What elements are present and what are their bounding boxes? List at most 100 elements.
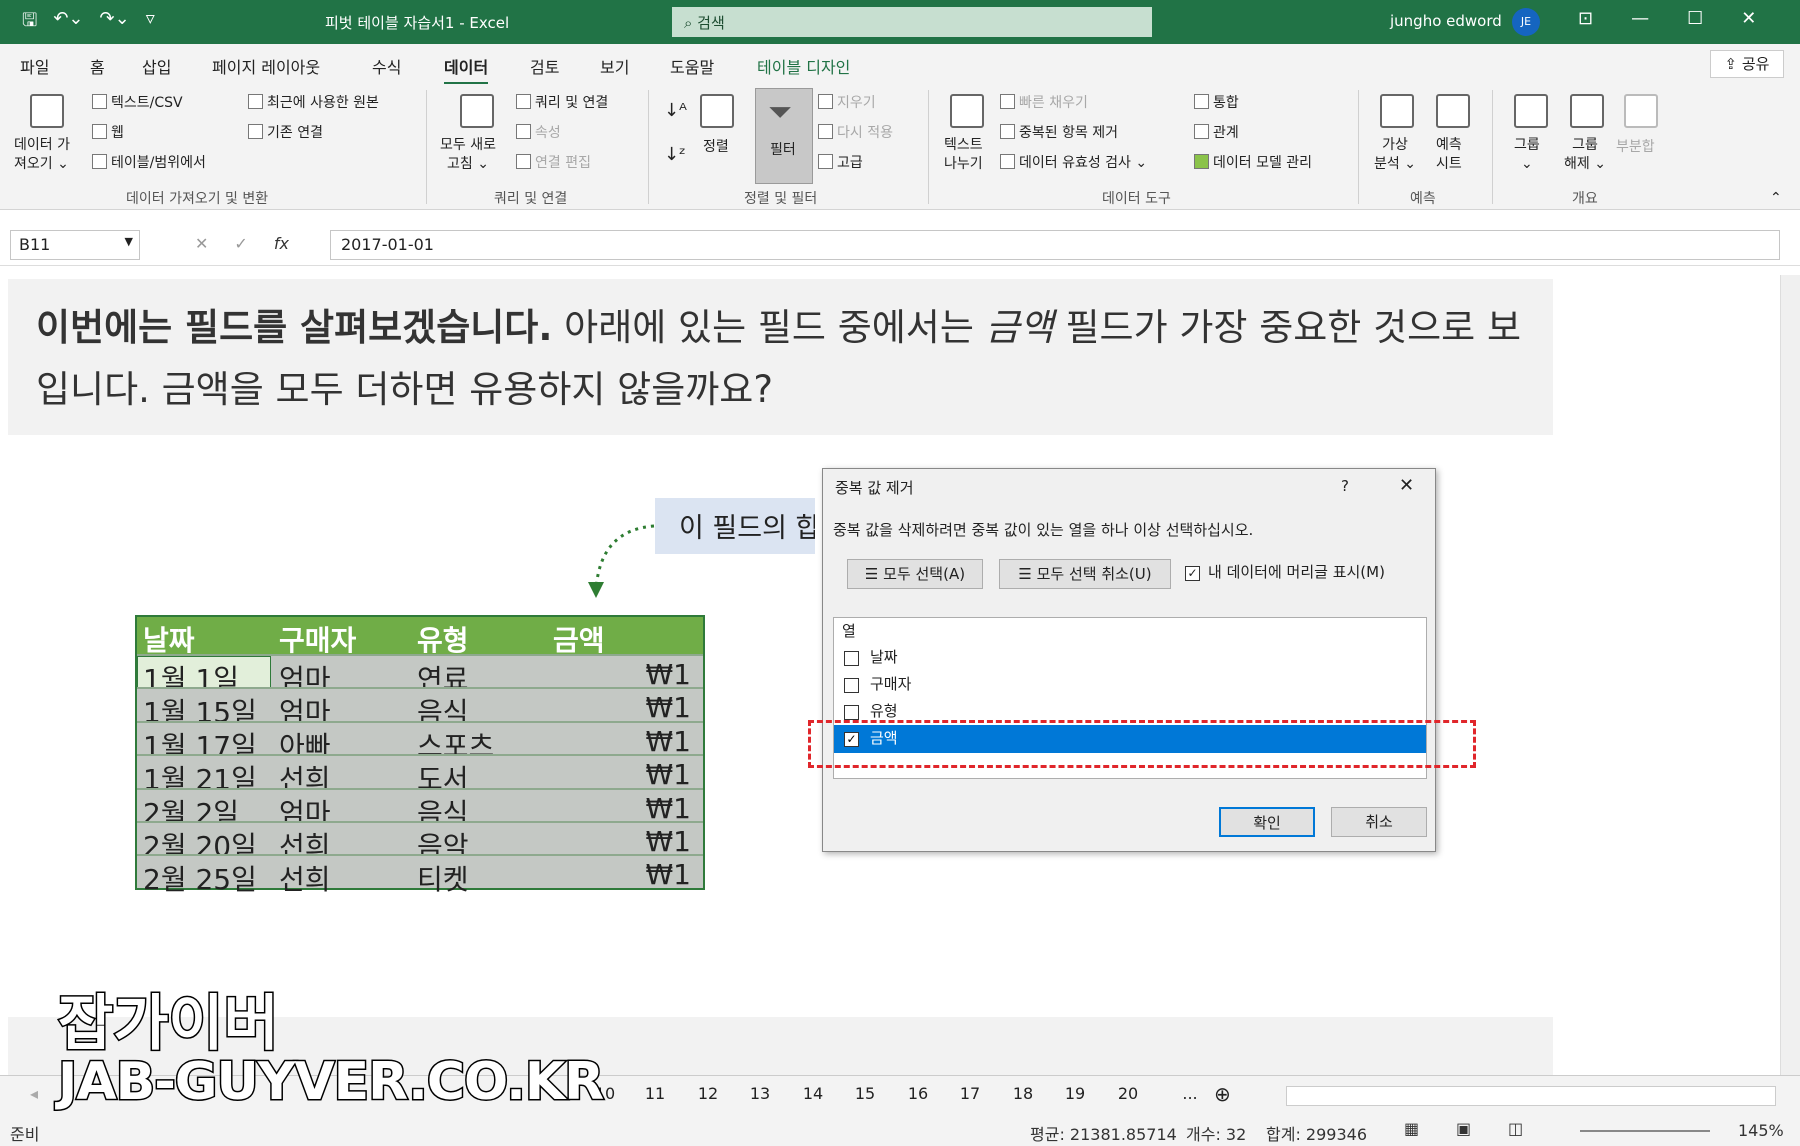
minimize-icon[interactable]: —	[1631, 8, 1649, 29]
tab-insert[interactable]: 삽입	[142, 54, 171, 78]
tab-page-layout[interactable]: 페이지 레이아웃	[212, 54, 320, 78]
tab-table-design[interactable]: 테이블 디자인	[757, 54, 850, 78]
web-button[interactable]: 웹	[92, 122, 124, 142]
user-name[interactable]: jungho edword	[1390, 12, 1502, 30]
avatar[interactable]: JE	[1512, 8, 1540, 36]
queries-connections-button[interactable]: 쿼리 및 연결	[516, 92, 608, 112]
recent-sources-button[interactable]: 최근에 사용한 원본	[248, 92, 379, 112]
refresh-all-button[interactable]: 모두 새로 고침 ⌄	[440, 136, 496, 174]
relationships-button[interactable]: 관계	[1194, 122, 1239, 142]
select-all-button[interactable]: ☰ 모두 선택(A)	[847, 559, 983, 589]
tab-review[interactable]: 검토	[530, 54, 559, 78]
column-item-date[interactable]: 날짜	[834, 644, 1426, 672]
header-amount[interactable]: 금액	[553, 619, 605, 659]
tab-help[interactable]: 도움말	[670, 54, 714, 78]
unselect-all-button[interactable]: ☰ 모두 선택 취소(U)	[999, 559, 1171, 589]
zoom-level[interactable]: 145%	[1738, 1121, 1784, 1140]
share-button[interactable]: ⇪ 공유	[1710, 50, 1784, 78]
what-if-button[interactable]: 가상 분석 ⌄	[1374, 136, 1416, 174]
sheet-tab[interactable]: 14	[788, 1084, 838, 1103]
maximize-icon[interactable]: ☐	[1687, 8, 1703, 29]
name-box[interactable]: B11 ▼	[10, 230, 140, 260]
function-icon[interactable]: fx	[274, 234, 289, 253]
existing-connections-button[interactable]: 기존 연결	[248, 122, 323, 142]
ungroup-button[interactable]: 그룹 해제 ⌄	[1564, 136, 1606, 174]
text-to-columns-button[interactable]: 텍스트 나누기	[944, 136, 983, 174]
forecast-sheet-button[interactable]: 예측 시트	[1436, 136, 1462, 174]
tab-formulas[interactable]: 수식	[372, 54, 401, 78]
collapse-ribbon-icon[interactable]: ⌃	[1770, 190, 1782, 206]
ribbon-display-icon[interactable]: ⊡	[1578, 8, 1593, 29]
cancel-button[interactable]: 취소	[1331, 807, 1427, 837]
header-buyer[interactable]: 구매자	[279, 619, 356, 659]
normal-view-icon[interactable]: ▦	[1404, 1119, 1419, 1138]
column-item-buyer[interactable]: 구매자	[834, 671, 1426, 699]
clear-button[interactable]: 지우기	[818, 92, 876, 112]
sheet-tab[interactable]: 20	[1103, 1084, 1153, 1103]
subtotal-button[interactable]: 부분합	[1616, 136, 1655, 156]
horizontal-scrollbar[interactable]	[1286, 1086, 1776, 1106]
table-row[interactable]: 1월 17일 아빠 스포츠 ₩1	[137, 720, 703, 763]
page-break-icon[interactable]: ◫	[1508, 1119, 1523, 1138]
reapply-button[interactable]: 다시 적용	[818, 122, 893, 142]
sort-descending-icon[interactable]: ↓ᶻ	[664, 144, 686, 165]
enter-icon[interactable]: ✓	[234, 234, 247, 253]
sheet-tab[interactable]: 19	[1050, 1084, 1100, 1103]
headers-checkbox[interactable]: ✓ 내 데이터에 머리글 표시(M)	[1185, 561, 1385, 582]
sheet-tab[interactable]: 13	[735, 1084, 785, 1103]
get-data-button[interactable]: 데이터 가 져오기 ⌄	[14, 136, 70, 174]
tab-view[interactable]: 보기	[600, 54, 629, 78]
ok-button[interactable]: 확인	[1219, 807, 1315, 837]
close-icon[interactable]: ✕	[1741, 8, 1756, 29]
sheet-tab[interactable]: 11	[630, 1084, 680, 1103]
table-row[interactable]: 1월 15일 엄마 음식 ₩1	[137, 687, 703, 729]
formula-input[interactable]: 2017-01-01	[330, 230, 1780, 260]
vertical-scrollbar[interactable]	[1780, 275, 1800, 1075]
data-model-button[interactable]: 데이터 모델 관리	[1194, 152, 1312, 172]
data-table[interactable]: 날짜 구매자 유형 금액 1월 1일 엄마 연료 ₩1 1월 15일 엄마 음식 ₩1 1월…	[135, 615, 705, 896]
from-table-button[interactable]: 테이블/범위에서	[92, 152, 206, 172]
sheet-tab[interactable]: 12	[683, 1084, 733, 1103]
tab-home[interactable]: 홈	[90, 54, 105, 78]
text-csv-button[interactable]: 텍스트/CSV	[92, 92, 183, 112]
table-row[interactable]: 1월 1일 엄마 연료 ₩1	[137, 654, 703, 696]
more-sheets-button[interactable]: ...	[1165, 1084, 1215, 1103]
redo-icon[interactable]: ↷⌄	[100, 8, 130, 38]
advanced-button[interactable]: 고급	[818, 152, 863, 172]
sheet-tab[interactable]: 16	[893, 1084, 943, 1103]
sheet-tab[interactable]: 15	[840, 1084, 890, 1103]
sort-button[interactable]: 정렬	[703, 136, 729, 156]
cancel-icon[interactable]: ✕	[195, 234, 208, 253]
table-row[interactable]: 2월 2일 엄마 음식 ₩1	[137, 787, 703, 830]
table-row[interactable]: 2월 20일 선희 음악 ₩1	[137, 820, 703, 863]
undo-icon[interactable]: ↶⌄	[53, 8, 83, 38]
table-row[interactable]: 1월 21일 선희 도서 ₩1	[137, 754, 703, 796]
dialog-close-icon[interactable]: ✕	[1399, 475, 1414, 496]
zoom-slider[interactable]	[1580, 1130, 1710, 1132]
sheet-tab[interactable]: 17	[945, 1084, 995, 1103]
share-label: 공유	[1741, 55, 1770, 73]
add-sheet-icon[interactable]: ⊕	[1214, 1082, 1231, 1106]
prev-sheet-icon[interactable]: ◂	[30, 1084, 38, 1103]
header-date[interactable]: 날짜	[143, 619, 195, 659]
sort-ascending-icon[interactable]: ↓ᴬ	[664, 100, 687, 121]
customize-icon[interactable]: ▿	[146, 8, 155, 38]
tab-file[interactable]: 파일	[20, 54, 49, 78]
sheet-tab[interactable]: 18	[998, 1084, 1048, 1103]
remove-duplicates-button[interactable]: 중복된 항목 제거	[1000, 122, 1118, 142]
tab-data[interactable]: 데이터	[444, 54, 489, 85]
page-layout-icon[interactable]: ▣	[1456, 1119, 1471, 1138]
filter-button[interactable]: ⏷ 필터	[755, 88, 813, 184]
consolidate-button[interactable]: 통합	[1194, 92, 1239, 112]
edit-links-button[interactable]: 연결 편집	[516, 152, 591, 172]
header-type[interactable]: 유형	[417, 619, 469, 659]
ribbon-tabs: 파일 홈 삽입 페이지 레이아웃 수식 데이터 검토 보기 도움말 테이블 디자…	[0, 44, 1800, 85]
help-button[interactable]: ?	[1341, 477, 1349, 495]
table-row[interactable]: 2월 25일 선희 티켓 ₩1	[137, 854, 703, 896]
flash-fill-button[interactable]: 빠른 채우기	[1000, 92, 1088, 112]
save-icon[interactable]: 🖫	[22, 8, 37, 38]
properties-button[interactable]: 속성	[516, 122, 561, 142]
group-button[interactable]: 그룹 ⌄	[1514, 136, 1540, 174]
search-input[interactable]: ⌕ 검색	[672, 7, 1152, 37]
data-validation-button[interactable]: 데이터 유효성 검사 ⌄	[1000, 152, 1147, 172]
